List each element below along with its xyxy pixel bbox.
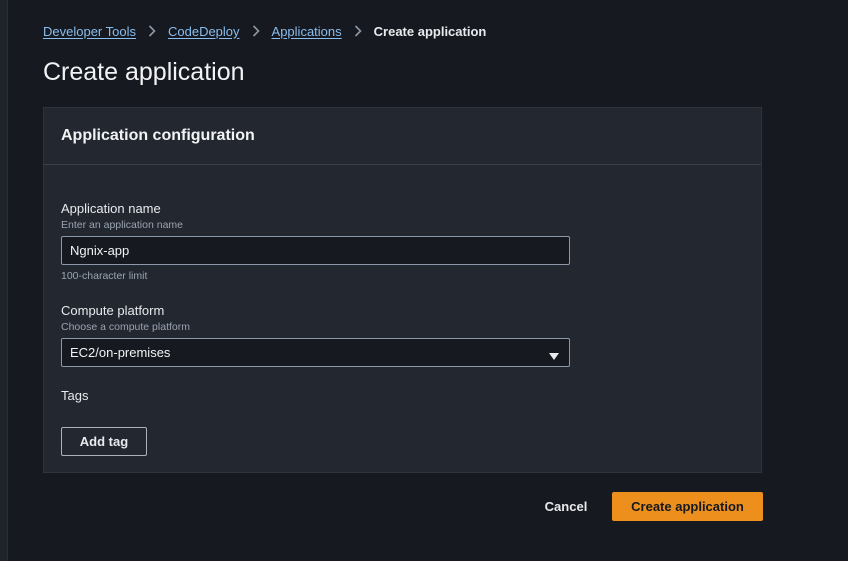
panel-title: Application configuration	[61, 127, 255, 144]
application-configuration-panel: Application configuration Application na…	[43, 107, 762, 473]
application-name-input[interactable]	[61, 236, 570, 265]
create-application-button[interactable]: Create application	[612, 492, 763, 521]
cancel-button[interactable]: Cancel	[540, 492, 592, 521]
compute-platform-selected: EC2/on-premises	[70, 345, 171, 360]
breadcrumb: Developer Tools CodeDeploy Applications …	[43, 22, 486, 40]
breadcrumb-applications[interactable]: Applications	[272, 24, 342, 39]
compute-platform-field: Compute platform Choose a compute platfo…	[61, 303, 190, 333]
chevron-right-icon	[252, 25, 260, 37]
tags-label: Tags	[61, 388, 89, 403]
breadcrumb-developer-tools[interactable]: Developer Tools	[43, 24, 136, 39]
application-name-field: Application name Enter an application na…	[61, 201, 183, 231]
caret-down-icon	[549, 349, 559, 364]
compute-platform-label: Compute platform	[61, 303, 165, 318]
compute-platform-description: Choose a compute platform	[61, 321, 190, 333]
panel-header: Application configuration	[44, 108, 761, 165]
application-name-description: Enter an application name	[61, 219, 183, 231]
breadcrumb-current: Create application	[373, 23, 487, 39]
application-name-constraint: 100-character limit	[61, 270, 148, 282]
chevron-right-icon	[354, 25, 362, 37]
page-title: Create application	[43, 58, 245, 86]
side-navigation-rail[interactable]	[0, 0, 8, 561]
application-name-label: Application name	[61, 201, 161, 216]
compute-platform-select[interactable]: EC2/on-premises	[61, 338, 570, 367]
chevron-right-icon	[148, 25, 156, 37]
add-tag-button[interactable]: Add tag	[61, 427, 147, 456]
breadcrumb-codedeploy[interactable]: CodeDeploy	[168, 24, 240, 39]
